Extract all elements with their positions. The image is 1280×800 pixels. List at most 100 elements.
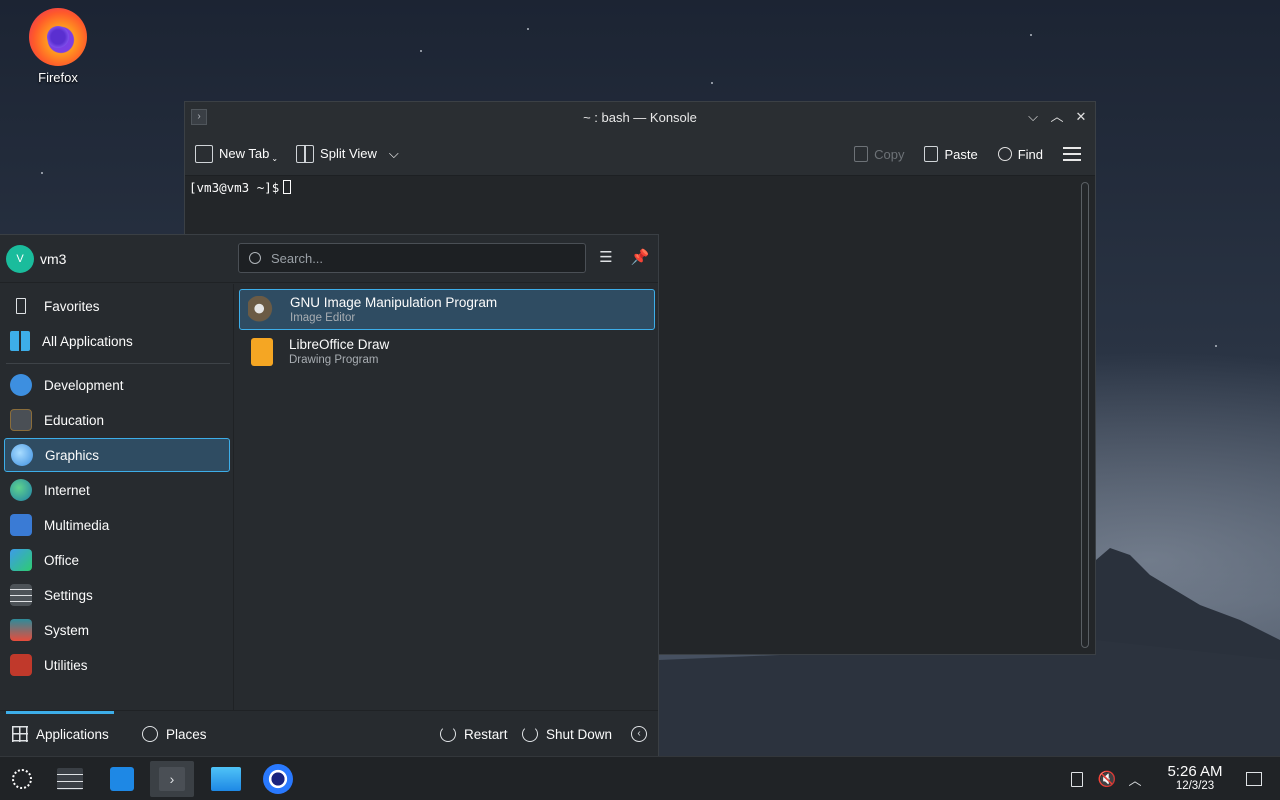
globe-icon <box>10 479 32 501</box>
category-settings[interactable]: Settings <box>4 578 230 612</box>
find-button[interactable]: Find <box>997 146 1043 162</box>
application-launcher-button[interactable] <box>0 761 44 797</box>
settings-icon <box>57 768 83 790</box>
avatar[interactable]: V <box>6 244 34 273</box>
category-label: Multimedia <box>44 517 110 533</box>
star <box>711 82 713 84</box>
copy-label: Copy <box>874 146 905 162</box>
restart-icon <box>440 726 456 742</box>
search-box[interactable] <box>238 243 586 273</box>
split-view-button[interactable]: Split View ⌵ <box>296 144 399 163</box>
copy-button[interactable]: Copy <box>854 146 904 162</box>
desktop-icon-firefox[interactable]: Firefox <box>18 8 98 85</box>
category-label: Development <box>44 377 124 393</box>
shutdown-button[interactable]: Shut Down <box>522 711 612 757</box>
app-name: GNU Image Manipulation Program <box>290 295 498 310</box>
category-office[interactable]: Office <box>4 543 230 577</box>
category-label: Utilities <box>44 657 88 673</box>
category-label: All Applications <box>42 333 133 349</box>
terminal-prompt: [vm3@vm3 ~]$ <box>185 176 1095 199</box>
browser-icon <box>263 764 293 794</box>
tab-label: Places <box>166 726 207 742</box>
education-icon <box>10 409 32 431</box>
scrollbar[interactable] <box>1081 182 1089 648</box>
category-all-applications[interactable]: All Applications <box>4 324 230 358</box>
category-education[interactable]: Education <box>4 403 230 437</box>
taskbar-konsole[interactable]: › <box>150 761 194 797</box>
application-launcher: V vm3 ☰ 📌 Favorites All Applications Dev… <box>0 234 659 756</box>
divider <box>6 363 230 364</box>
category-label: System <box>44 622 90 638</box>
app-item-libreoffice-draw[interactable]: LibreOffice Draw Drawing Program <box>239 331 655 372</box>
store-icon <box>110 767 134 791</box>
digital-clock[interactable]: 5:26 AM 12/3/23 <box>1160 763 1230 792</box>
category-utilities[interactable]: Utilities <box>4 648 230 682</box>
hamburger-menu-icon[interactable] <box>1063 147 1081 161</box>
paste-label: Paste <box>944 146 978 162</box>
category-label: Graphics <box>45 447 100 463</box>
terminal-cursor <box>283 180 292 194</box>
category-system[interactable]: System <box>4 613 230 647</box>
category-label: Favorites <box>44 298 100 314</box>
category-sidebar: Favorites All Applications Development E… <box>0 284 234 710</box>
pin-icon[interactable]: 📌 <box>629 247 651 269</box>
taskbar-discover[interactable] <box>100 761 144 797</box>
prompt-text: [vm3@vm3 ~]$ <box>189 180 280 195</box>
app-description: Drawing Program <box>289 354 379 366</box>
gimp-icon <box>248 295 276 324</box>
desktop-icon-label: Firefox <box>38 70 78 85</box>
category-label: Office <box>44 552 80 568</box>
category-internet[interactable]: Internet <box>4 473 230 507</box>
paste-button[interactable]: Paste <box>924 146 978 162</box>
chevron-left-icon: ‹ <box>631 726 647 742</box>
close-icon[interactable]: ✕ <box>1073 108 1089 126</box>
find-label: Find <box>1017 146 1043 162</box>
configure-icon[interactable]: ☰ <box>595 247 617 269</box>
folder-icon <box>211 767 241 791</box>
taskbar-system-settings[interactable] <box>48 761 92 797</box>
terminal-icon: › <box>159 767 185 791</box>
category-favorites[interactable]: Favorites <box>4 289 230 323</box>
taskbar-chromium[interactable] <box>256 761 300 797</box>
toolbox-icon <box>10 654 32 676</box>
clock-time: 5:26 AM <box>1167 763 1223 780</box>
category-graphics[interactable]: Graphics <box>4 438 230 472</box>
search-input[interactable] <box>271 250 571 266</box>
search-icon <box>249 252 261 264</box>
window-titlebar[interactable]: › ~ : bash — Konsole ⌵ ︿ ✕ <box>185 102 1095 132</box>
tab-label: Applications <box>36 726 109 742</box>
tab-places[interactable]: Places <box>142 711 207 757</box>
copy-icon <box>854 146 869 162</box>
username: vm3 <box>40 250 67 267</box>
category-development[interactable]: Development <box>4 368 230 402</box>
minimize-icon[interactable]: ⌵ <box>1025 108 1041 126</box>
restart-button[interactable]: Restart <box>440 711 508 757</box>
libreoffice-draw-icon <box>251 337 273 366</box>
multimedia-icon <box>10 514 32 536</box>
graphics-icon <box>11 444 33 466</box>
category-multimedia[interactable]: Multimedia <box>4 508 230 542</box>
settings-icon <box>10 584 32 606</box>
show-desktop-button[interactable] <box>1232 761 1276 797</box>
split-view-label: Split View <box>320 146 377 161</box>
restart-label: Restart <box>464 726 508 742</box>
app-item-gimp[interactable]: GNU Image Manipulation Program Image Edi… <box>239 289 655 330</box>
category-label: Internet <box>44 482 90 498</box>
split-view-icon <box>296 144 315 163</box>
maximize-icon[interactable]: ︿ <box>1049 108 1065 126</box>
new-tab-button[interactable]: New Tab ⌄ <box>195 144 278 163</box>
category-label: Education <box>44 412 105 428</box>
compass-icon <box>142 726 158 742</box>
app-name: LibreOffice Draw <box>289 337 390 352</box>
launcher-footer: Applications Places Restart Shut Down ‹ <box>0 710 658 756</box>
power-icon <box>522 726 538 742</box>
grid-icon <box>12 726 28 742</box>
chevron-up-glyph: ︿ <box>1128 772 1142 788</box>
tab-applications[interactable]: Applications <box>12 711 109 757</box>
chevron-down-icon[interactable]: ⌵ <box>389 146 399 162</box>
window-title: ~ : bash — Konsole <box>583 109 697 125</box>
tray-expand-icon[interactable]: ︿ <box>1113 761 1157 797</box>
taskbar-dolphin[interactable] <box>204 761 248 797</box>
chevron-down-icon: ⌄ <box>271 154 279 163</box>
leave-options-button[interactable]: ‹ <box>631 711 647 757</box>
